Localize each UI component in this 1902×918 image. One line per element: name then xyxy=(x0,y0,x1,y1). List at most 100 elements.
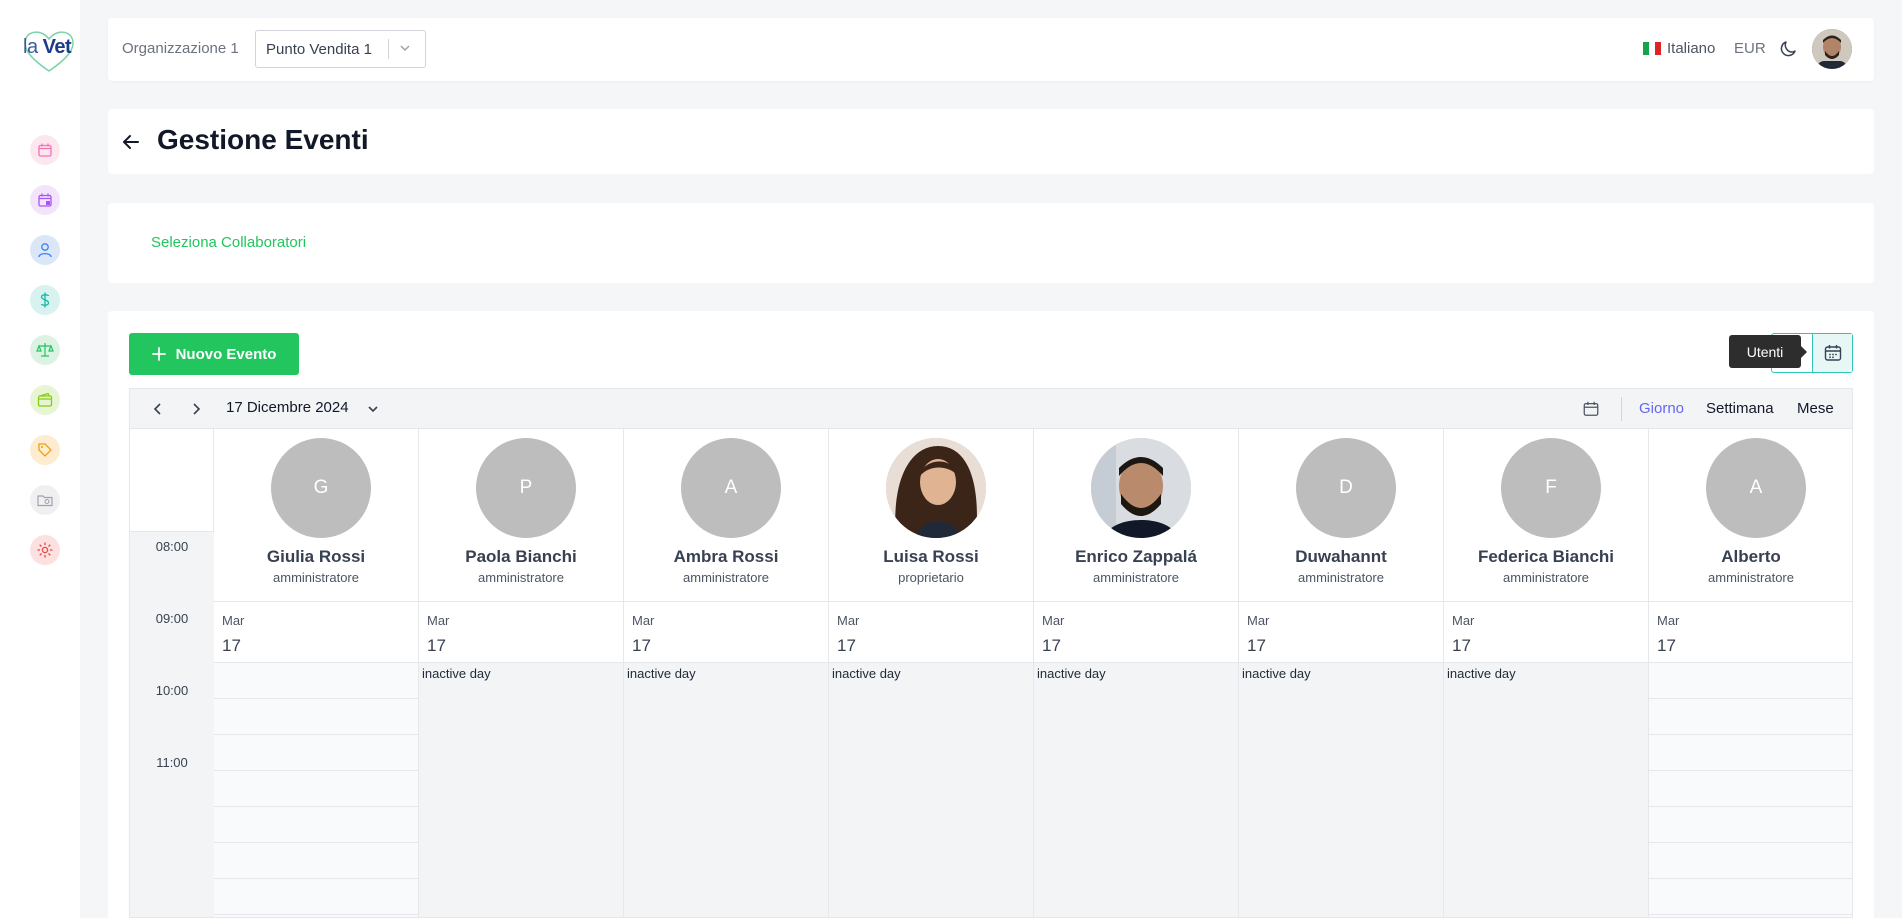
language-selector[interactable]: Italiano xyxy=(1643,40,1715,57)
calendar-check-icon xyxy=(38,193,52,207)
day-of-week: Mar xyxy=(1657,613,1680,628)
scheduler-toolbar: 17 Dicembre 2024 Giorno Settimana Mese xyxy=(130,389,1852,429)
current-date[interactable]: 17 Dicembre 2024 xyxy=(226,399,349,416)
staff-role: amministratore xyxy=(1503,570,1589,585)
staff-column: Luisa Rossi proprietario Mar 17 inactive day xyxy=(829,429,1034,917)
staff-avatar xyxy=(1091,438,1191,538)
calendar-view-button[interactable] xyxy=(1812,334,1852,372)
view-month-button[interactable]: Mese xyxy=(1797,400,1834,417)
staff-header: A Ambra Rossi amministratore xyxy=(624,429,828,602)
dollar-icon xyxy=(40,292,50,308)
day-of-week: Mar xyxy=(1247,613,1270,628)
day-of-week: Mar xyxy=(837,613,860,628)
inactive-day-label: inactive day xyxy=(1037,666,1106,681)
avatar-photo xyxy=(1812,29,1852,69)
sidebar-nav-item[interactable] xyxy=(30,435,60,465)
moon-icon[interactable] xyxy=(1779,39,1799,59)
staff-column: F Federica Bianchi amministratore Mar 17 inac… xyxy=(1444,429,1649,917)
time-label: 08:00 xyxy=(155,539,189,554)
sidebar-nav-item[interactable] xyxy=(30,535,60,565)
calendar-icon xyxy=(38,143,52,157)
staff-avatar: D xyxy=(1296,438,1396,538)
view-week-button[interactable]: Settimana xyxy=(1706,400,1774,417)
time-slots[interactable]: inactive day xyxy=(419,663,623,917)
scale-icon xyxy=(36,343,54,357)
staff-avatar: G xyxy=(271,438,371,538)
staff-header: Luisa Rossi proprietario xyxy=(829,429,1033,602)
plus-icon xyxy=(151,347,166,361)
select-separator xyxy=(388,39,389,59)
store-select-value: Punto Vendita 1 xyxy=(266,41,372,58)
time-slots[interactable]: inactive day xyxy=(829,663,1033,917)
staff-column: P Paola Bianchi amministratore Mar 17 inactiv… xyxy=(419,429,624,917)
users-tooltip: Utenti xyxy=(1729,335,1807,368)
inactive-day-label: inactive day xyxy=(422,666,491,681)
staff-role: proprietario xyxy=(898,570,964,585)
back-arrow-icon[interactable] xyxy=(120,131,142,153)
day-of-week: Mar xyxy=(222,613,245,628)
time-slots[interactable] xyxy=(214,663,418,917)
wallet-icon xyxy=(37,392,53,407)
folder-search-icon xyxy=(37,495,53,507)
inactive-day-label: inactive day xyxy=(1242,666,1311,681)
user-avatar[interactable] xyxy=(1812,29,1852,69)
staff-avatar: A xyxy=(681,438,781,538)
day-header: Mar 17 xyxy=(1239,602,1443,663)
time-label: 10:00 xyxy=(155,683,189,698)
view-day-button[interactable]: Giorno xyxy=(1639,400,1684,417)
store-select[interactable]: Punto Vendita 1 xyxy=(255,30,426,68)
time-slots[interactable]: inactive day xyxy=(1444,663,1648,917)
language-label: Italiano xyxy=(1667,40,1716,57)
select-collaborators-link[interactable]: Seleziona Collaboratori xyxy=(151,234,306,251)
day-number: 17 xyxy=(632,636,651,655)
staff-column: A Ambra Rossi amministratore Mar 17 inactive … xyxy=(624,429,829,917)
sidebar-nav-item[interactable] xyxy=(30,185,60,215)
day-number: 17 xyxy=(427,636,446,655)
page-header: Gestione Eventi xyxy=(108,109,1874,174)
staff-header: G Giulia Rossi amministratore xyxy=(214,429,418,602)
calendar-icon[interactable] xyxy=(1582,400,1600,418)
staff-header: D Duwahannt amministratore xyxy=(1239,429,1443,602)
staff-avatar xyxy=(886,438,986,538)
inactive-day-label: inactive day xyxy=(627,666,696,681)
staff-role: amministratore xyxy=(1298,570,1384,585)
avatar-photo xyxy=(886,438,986,538)
chevron-down-icon[interactable] xyxy=(366,402,380,416)
time-slots[interactable]: inactive day xyxy=(1239,663,1443,917)
organization-label: Organizzazione 1 xyxy=(122,40,239,57)
time-slots[interactable]: inactive day xyxy=(1034,663,1238,917)
sidebar-nav-item[interactable] xyxy=(30,285,60,315)
sidebar-nav-item[interactable] xyxy=(30,235,60,265)
staff-avatar: F xyxy=(1501,438,1601,538)
sidebar-nav-item[interactable] xyxy=(30,335,60,365)
day-number: 17 xyxy=(1657,636,1676,655)
staff-name: Ambra Rossi xyxy=(673,547,779,566)
sidebar-nav-item[interactable] xyxy=(30,485,60,515)
staff-name: Alberto xyxy=(1721,547,1781,566)
staff-avatar: A xyxy=(1706,438,1806,538)
staff-name: Paola Bianchi xyxy=(465,547,577,566)
time-label: 11:00 xyxy=(156,755,188,770)
collaborators-panel: Seleziona Collaboratori xyxy=(108,203,1874,283)
sidebar-nav-item[interactable] xyxy=(30,135,60,165)
day-header: Mar 17 xyxy=(1444,602,1648,663)
app-logo[interactable]: la Vet xyxy=(20,28,78,74)
chevron-down-icon xyxy=(400,45,410,52)
time-gutter: 08:00 09:00 10:00 11:00 xyxy=(130,532,214,917)
inactive-day-label: inactive day xyxy=(832,666,901,681)
currency-selector[interactable]: EUR xyxy=(1734,40,1766,57)
time-slots[interactable] xyxy=(1649,663,1852,917)
day-number: 17 xyxy=(1042,636,1061,655)
user-icon xyxy=(38,243,52,258)
time-slots[interactable]: inactive day xyxy=(624,663,828,917)
chevron-left-icon[interactable] xyxy=(150,401,166,417)
staff-role: amministratore xyxy=(478,570,564,585)
chevron-right-icon[interactable] xyxy=(188,401,204,417)
staff-role: amministratore xyxy=(1093,570,1179,585)
staff-header: P Paola Bianchi amministratore xyxy=(419,429,623,602)
sidebar-nav-item[interactable] xyxy=(30,385,60,415)
new-event-button[interactable]: Nuovo Evento xyxy=(129,333,299,375)
calendar-panel: Nuovo Evento Utenti 17 Dicembre 2024 Gio… xyxy=(108,311,1874,918)
staff-role: amministratore xyxy=(1708,570,1794,585)
staff-column: A Alberto amministratore Mar 17 xyxy=(1649,429,1852,917)
